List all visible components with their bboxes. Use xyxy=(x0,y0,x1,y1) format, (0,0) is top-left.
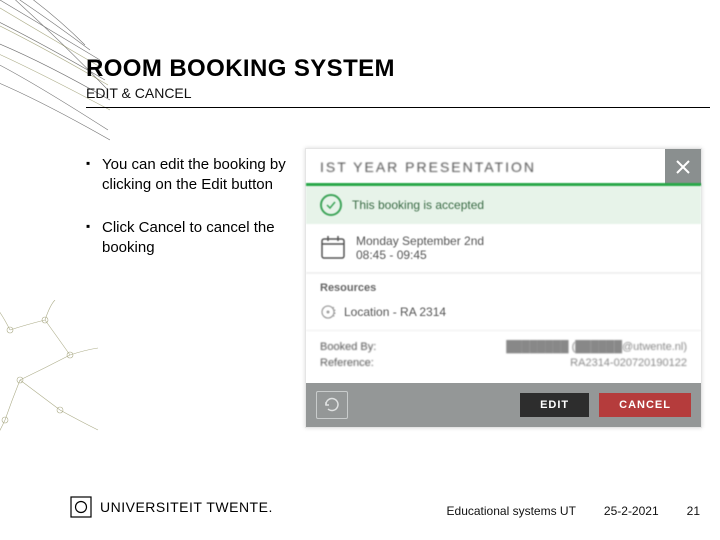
resources-label: Resources xyxy=(306,273,701,298)
booked-by-label: Booked By: xyxy=(320,341,376,353)
history-button[interactable] xyxy=(316,391,348,419)
page-title: ROOM BOOKING SYSTEM xyxy=(86,55,700,83)
footer-label: Educational systems UT xyxy=(447,504,576,518)
close-button[interactable] xyxy=(665,149,701,185)
action-bar: EDIT CANCEL xyxy=(306,383,701,427)
reference-value: RA2314-020720190122 xyxy=(570,357,687,369)
footer: UNIVERSITEIT TWENTE. Educational systems… xyxy=(70,496,700,518)
booking-modal: IST YEAR PRESENTATION This booking is ac… xyxy=(305,148,702,428)
title-divider xyxy=(86,107,710,108)
meta-block: Booked By: ████████ (██████@utwente.nl) … xyxy=(306,330,701,383)
location-row: Location - RA 2314 xyxy=(306,298,701,330)
modal-title: IST YEAR PRESENTATION xyxy=(320,159,536,175)
page-subtitle: EDIT & CANCEL xyxy=(86,85,700,101)
time-text: 08:45 - 09:45 xyxy=(356,248,484,262)
decoration-mid xyxy=(0,300,100,450)
list-item: You can edit the booking by clicking on … xyxy=(86,155,296,196)
status-bar: This booking is accepted xyxy=(306,183,701,224)
logo-icon xyxy=(70,496,92,518)
modal-header: IST YEAR PRESENTATION xyxy=(306,149,701,183)
footer-date: 25-2-2021 xyxy=(604,504,659,518)
booked-by-value: ████████ (██████@utwente.nl) xyxy=(506,341,687,353)
reference-label: Reference: xyxy=(320,357,374,369)
title-block: ROOM BOOKING SYSTEM EDIT & CANCEL xyxy=(86,55,700,101)
bullet-list: You can edit the booking by clicking on … xyxy=(86,155,296,280)
calendar-icon xyxy=(320,234,346,260)
close-icon xyxy=(676,160,690,174)
brand-text: UNIVERSITEIT TWENTE. xyxy=(100,499,273,515)
date-text: Monday September 2nd xyxy=(356,234,484,248)
footer-meta: Educational systems UT 25-2-2021 21 xyxy=(447,504,700,518)
location-text: Location - RA 2314 xyxy=(344,305,446,319)
location-icon xyxy=(320,304,336,320)
status-text: This booking is accepted xyxy=(352,198,484,212)
check-icon xyxy=(320,194,342,216)
edit-button[interactable]: EDIT xyxy=(520,393,589,417)
date-row: Monday September 2nd 08:45 - 09:45 xyxy=(306,224,701,273)
history-icon xyxy=(324,397,340,413)
brand-logo: UNIVERSITEIT TWENTE. xyxy=(70,496,273,518)
slide: ROOM BOOKING SYSTEM EDIT & CANCEL You ca… xyxy=(0,0,720,540)
page-number: 21 xyxy=(687,504,700,518)
cancel-button[interactable]: CANCEL xyxy=(599,393,691,417)
list-item: Click Cancel to cancel the booking xyxy=(86,218,296,259)
